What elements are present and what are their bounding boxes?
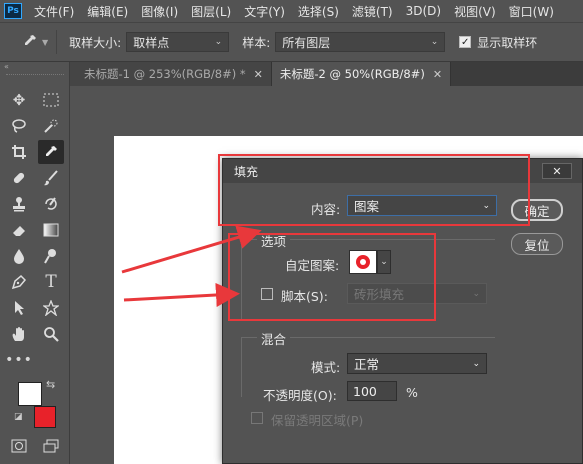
dodge-icon[interactable] bbox=[38, 244, 64, 268]
preserve-transparency-label: 保留透明区域(P) bbox=[271, 413, 364, 428]
close-button[interactable]: ✕ bbox=[542, 163, 572, 179]
collapse-icon[interactable]: « bbox=[4, 62, 9, 71]
eyedropper-icon[interactable] bbox=[38, 140, 64, 164]
lasso-icon[interactable] bbox=[6, 114, 32, 138]
sample-size-select[interactable]: 取样点 ⌄ bbox=[126, 32, 230, 52]
document-tabs: 未标题-1 @ 253%(RGB/8#) * ✕ 未标题-2 @ 50%(RGB… bbox=[70, 62, 583, 86]
brush-icon[interactable] bbox=[38, 166, 64, 190]
blend-group-title: 混合 bbox=[257, 329, 291, 348]
menu-window[interactable]: 窗口(W) bbox=[503, 3, 561, 20]
opacity-input[interactable]: 100 bbox=[347, 381, 397, 401]
menu-view[interactable]: 视图(V) bbox=[448, 3, 503, 20]
zoom-icon[interactable] bbox=[38, 322, 64, 346]
pen-icon[interactable] bbox=[6, 270, 32, 294]
blur-icon[interactable] bbox=[6, 244, 32, 268]
show-ring-checkbox[interactable]: ✓ bbox=[459, 36, 472, 48]
preserve-transparency-checkbox[interactable] bbox=[251, 412, 263, 424]
marquee-icon[interactable] bbox=[38, 88, 64, 112]
shape-icon[interactable] bbox=[38, 296, 64, 320]
opacity-unit: % bbox=[406, 385, 418, 400]
menu-type[interactable]: 文字(Y) bbox=[238, 3, 292, 20]
menu-image[interactable]: 图像(I) bbox=[135, 3, 185, 20]
tools-panel: « ✥ T ••• ⇆ ◪ bbox=[0, 62, 70, 464]
move-icon[interactable]: ✥ bbox=[6, 88, 32, 112]
close-icon[interactable]: ✕ bbox=[254, 68, 263, 81]
divider bbox=[56, 30, 58, 54]
photoshop-logo: Ps bbox=[4, 3, 22, 19]
quick-select-icon[interactable] bbox=[38, 114, 64, 138]
panel-grip[interactable] bbox=[6, 74, 64, 78]
close-icon[interactable]: ✕ bbox=[433, 68, 442, 81]
screen-mode-icon[interactable] bbox=[38, 434, 64, 458]
hand-icon[interactable] bbox=[6, 322, 32, 346]
eyedropper-tool-icon[interactable] bbox=[22, 33, 40, 52]
chevron-down-icon: ⌄ bbox=[430, 37, 439, 47]
background-color-swatch[interactable] bbox=[34, 406, 56, 428]
menu-edit[interactable]: 编辑(E) bbox=[81, 3, 135, 20]
chevron-down-icon: ⌄ bbox=[214, 37, 223, 47]
tab-untitled-1[interactable]: 未标题-1 @ 253%(RGB/8#) * ✕ bbox=[70, 62, 272, 86]
menu-select[interactable]: 选择(S) bbox=[292, 3, 346, 20]
chevron-down-icon: ⌄ bbox=[472, 288, 480, 299]
annotation-box-content bbox=[218, 154, 530, 226]
more-icon[interactable]: ••• bbox=[5, 348, 32, 372]
swap-colors-icon[interactable]: ⇆ bbox=[46, 378, 55, 391]
sample-size-value: 取样点 bbox=[133, 35, 170, 50]
chevron-down-icon: ⌄ bbox=[472, 358, 480, 369]
tool-preset-chevron-icon[interactable]: ▼ bbox=[42, 38, 48, 47]
gradient-icon[interactable] bbox=[38, 218, 64, 242]
default-colors-icon[interactable]: ◪ bbox=[14, 412, 23, 422]
show-ring-label: 显示取样环 bbox=[477, 35, 538, 50]
opacity-label: 不透明度(O): bbox=[263, 388, 337, 403]
sample-select[interactable]: 所有图层 ⌄ bbox=[275, 32, 446, 52]
menu-bar: Ps 文件(F) 编辑(E) 图像(I) 图层(L) 文字(Y) 选择(S) 滤… bbox=[0, 0, 583, 22]
sample-size-label: 取样大小: bbox=[69, 35, 122, 50]
menu-file[interactable]: 文件(F) bbox=[28, 3, 81, 20]
sample-label: 样本: bbox=[242, 35, 271, 50]
stamp-icon[interactable] bbox=[6, 192, 32, 216]
tab-untitled-2[interactable]: 未标题-2 @ 50%(RGB/8#) ✕ bbox=[271, 62, 452, 86]
options-bar: ▼ 取样大小: 取样点 ⌄ 样本: 所有图层 ⌄ ✓ 显示取样环 bbox=[0, 22, 583, 62]
mode-select[interactable]: 正常 ⌄ bbox=[347, 353, 487, 374]
mode-label: 模式: bbox=[311, 360, 341, 375]
mode-value: 正常 bbox=[354, 357, 380, 372]
quick-mask-icon[interactable] bbox=[6, 434, 32, 458]
tab-label: 未标题-1 @ 253%(RGB/8#) * bbox=[84, 67, 246, 81]
history-brush-icon[interactable] bbox=[38, 192, 64, 216]
healing-icon[interactable] bbox=[6, 166, 32, 190]
menu-3d[interactable]: 3D(D) bbox=[400, 4, 448, 18]
menu-filter[interactable]: 滤镜(T) bbox=[346, 3, 400, 20]
crop-icon[interactable] bbox=[6, 140, 32, 164]
annotation-box-options bbox=[228, 233, 436, 321]
type-icon[interactable]: T bbox=[38, 270, 64, 294]
tab-label: 未标题-2 @ 50%(RGB/8#) bbox=[279, 67, 425, 81]
menu-layer[interactable]: 图层(L) bbox=[185, 3, 238, 20]
path-select-icon[interactable] bbox=[6, 296, 32, 320]
foreground-color-swatch[interactable] bbox=[18, 382, 42, 406]
sample-value: 所有图层 bbox=[282, 35, 331, 50]
eraser-icon[interactable] bbox=[6, 218, 32, 242]
reset-button[interactable]: 复位 bbox=[511, 233, 563, 255]
